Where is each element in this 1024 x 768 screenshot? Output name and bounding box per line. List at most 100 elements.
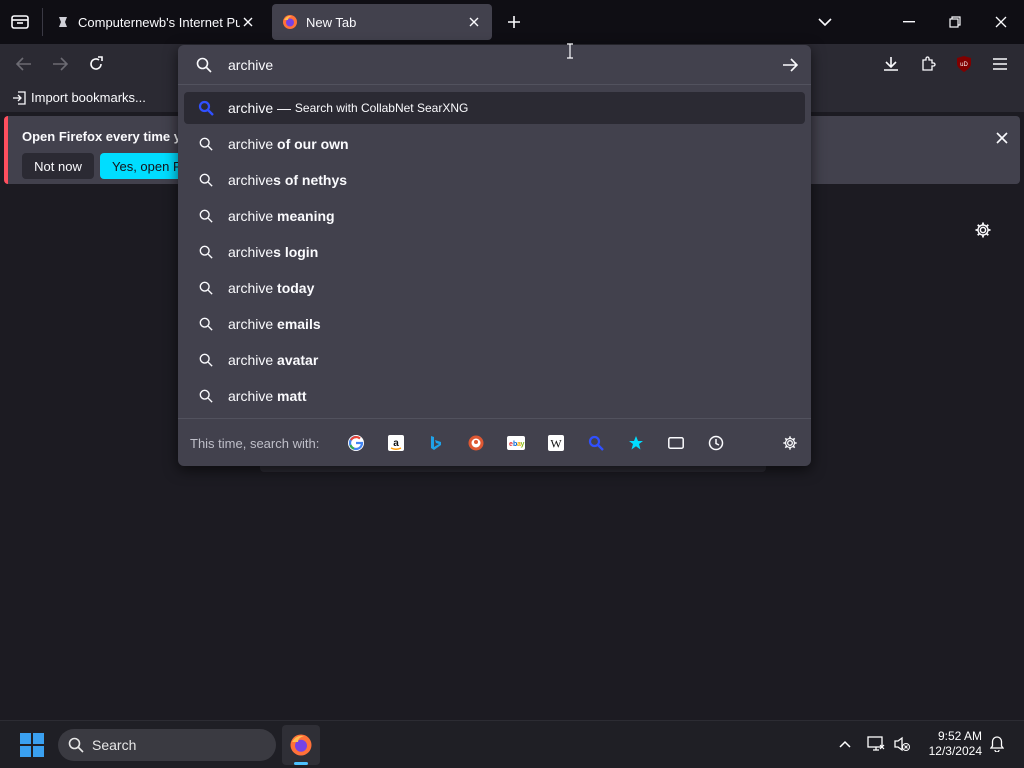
firefox-view-icon[interactable] <box>8 12 32 32</box>
searxng-icon[interactable] <box>585 432 607 454</box>
suggestion-prefix: archive <box>228 280 274 296</box>
suggestion-row[interactable]: archive s login <box>184 236 805 268</box>
close-window-icon[interactable] <box>990 12 1012 32</box>
search-icon <box>184 281 228 295</box>
clock-time: 9:52 AM <box>937 729 982 743</box>
suggestion-completion: meaning <box>273 208 335 224</box>
suggestion-prefix: archive <box>228 208 274 224</box>
tab-strip: Computernewb's Internet Pub | New Tab <box>0 0 1024 44</box>
suggestion-row[interactable]: archive of our own <box>184 128 805 160</box>
active-app-indicator <box>294 762 308 765</box>
searxng-icon <box>184 100 228 116</box>
amazon-icon[interactable]: a <box>385 432 407 454</box>
search-icon <box>184 389 228 403</box>
extensions-puzzle-icon[interactable] <box>918 54 938 74</box>
reload-icon[interactable] <box>86 54 106 74</box>
windows-start-icon[interactable] <box>20 733 44 757</box>
taskbar-search-box[interactable]: Search <box>58 729 276 761</box>
tabs-icon[interactable] <box>665 432 687 454</box>
search-icon <box>194 55 214 75</box>
search-icon <box>184 317 228 331</box>
tab-title: New Tab <box>306 14 357 30</box>
suggestion-prefix: archive <box>228 316 274 332</box>
suggestion-completion: s of nethys <box>273 172 348 188</box>
bookmarks-star-icon[interactable] <box>625 432 647 454</box>
suggestion-row[interactable]: archive meaning <box>184 200 805 232</box>
suggestion-row[interactable]: archive s of nethys <box>184 164 805 196</box>
notifications-bell-icon[interactable] <box>988 735 1006 753</box>
search-with-bar: This time, search with: a ebay W <box>178 418 811 466</box>
suggestion-row-searxng[interactable]: archive — Search with CollabNet SearXNG <box>184 92 805 124</box>
svg-text:a: a <box>393 438 399 449</box>
search-settings-gear-icon[interactable] <box>779 432 801 454</box>
suggestion-prefix: archive <box>228 352 274 368</box>
search-icon <box>184 353 228 367</box>
import-icon <box>12 90 26 105</box>
suggestion-completion: emails <box>273 316 321 332</box>
minimize-icon[interactable] <box>898 12 920 32</box>
suggestion-row[interactable]: archive avatar <box>184 344 805 376</box>
ublock-origin-icon[interactable]: uD <box>954 54 974 74</box>
suggestion-completion: of our own <box>273 136 349 152</box>
urlbar-dropdown: archive — Search with CollabNet SearXNG … <box>178 45 811 466</box>
import-bookmarks-label: Import bookmarks... <box>31 90 146 105</box>
network-icon[interactable] <box>866 735 886 753</box>
svg-text:W: W <box>550 437 562 451</box>
search-icon <box>184 209 228 223</box>
downloads-icon[interactable] <box>881 54 901 74</box>
restore-icon[interactable] <box>944 12 966 32</box>
go-arrow-icon[interactable] <box>780 55 800 75</box>
suggestion-separator: — <box>273 100 295 116</box>
tab-title: Computernewb's Internet Pub | <box>78 14 240 30</box>
clock-date: 12/3/2024 <box>928 744 982 758</box>
text-cursor-icon <box>566 43 574 59</box>
suggestion-completion: matt <box>273 388 307 404</box>
newtab-settings-gear-icon[interactable] <box>973 220 993 240</box>
bing-icon[interactable] <box>425 432 447 454</box>
search-icon <box>184 173 228 187</box>
not-now-button[interactable]: Not now <box>22 153 94 179</box>
search-icon <box>184 245 228 259</box>
search-icon <box>68 737 84 753</box>
close-notification-icon[interactable] <box>992 128 1012 148</box>
suggestion-completion: s login <box>273 244 319 260</box>
urlbar-input-row <box>178 45 811 85</box>
wikipedia-icon[interactable]: W <box>545 432 567 454</box>
tab-computernewb[interactable]: Computernewb's Internet Pub | <box>46 4 266 40</box>
suggestion-completion: avatar <box>273 352 319 368</box>
suggestion-row[interactable]: archive today <box>184 272 805 304</box>
svg-text:y: y <box>521 441 525 448</box>
close-tab-icon[interactable] <box>240 14 256 30</box>
ebay-icon[interactable]: ebay <box>505 432 527 454</box>
tab-new-tab[interactable]: New Tab <box>272 4 492 40</box>
import-bookmarks-button[interactable]: Import bookmarks... <box>12 90 146 105</box>
firefox-icon <box>282 14 298 30</box>
volume-muted-icon[interactable] <box>892 735 912 753</box>
menu-hamburger-icon[interactable] <box>990 54 1010 74</box>
suggestion-completion: today <box>273 280 315 296</box>
duckduckgo-icon[interactable] <box>465 432 487 454</box>
close-tab-icon[interactable] <box>466 14 482 30</box>
forward-arrow-icon[interactable] <box>50 54 70 74</box>
google-icon[interactable] <box>345 432 367 454</box>
suggestion-engine-note: Search with CollabNet SearXNG <box>294 101 469 115</box>
list-all-tabs-chevron-icon[interactable] <box>815 12 835 32</box>
back-arrow-icon[interactable] <box>14 54 34 74</box>
svg-text:uD: uD <box>960 62 968 68</box>
windows-taskbar: Search 9:52 AM 12/3/2024 <box>0 720 1024 768</box>
taskbar-clock[interactable]: 9:52 AM 12/3/2024 <box>916 729 982 759</box>
search-with-label: This time, search with: <box>190 436 320 451</box>
notification-text: Open Firefox every time you <box>22 129 197 144</box>
urlbar-input[interactable] <box>228 55 748 75</box>
suggestion-prefix: archive <box>228 244 274 260</box>
suggestion-prefix: archive <box>228 172 274 188</box>
suggestion-prefix: archive <box>228 136 274 152</box>
taskbar-firefox-icon[interactable] <box>282 725 320 765</box>
suggestion-text: archive <box>228 100 274 116</box>
show-hidden-icons-chevron-icon[interactable] <box>836 735 854 753</box>
history-clock-icon[interactable] <box>705 432 727 454</box>
suggestion-row[interactable]: archive matt <box>184 380 805 412</box>
new-tab-plus-icon[interactable] <box>504 12 524 32</box>
search-icon <box>184 137 228 151</box>
suggestion-row[interactable]: archive emails <box>184 308 805 340</box>
